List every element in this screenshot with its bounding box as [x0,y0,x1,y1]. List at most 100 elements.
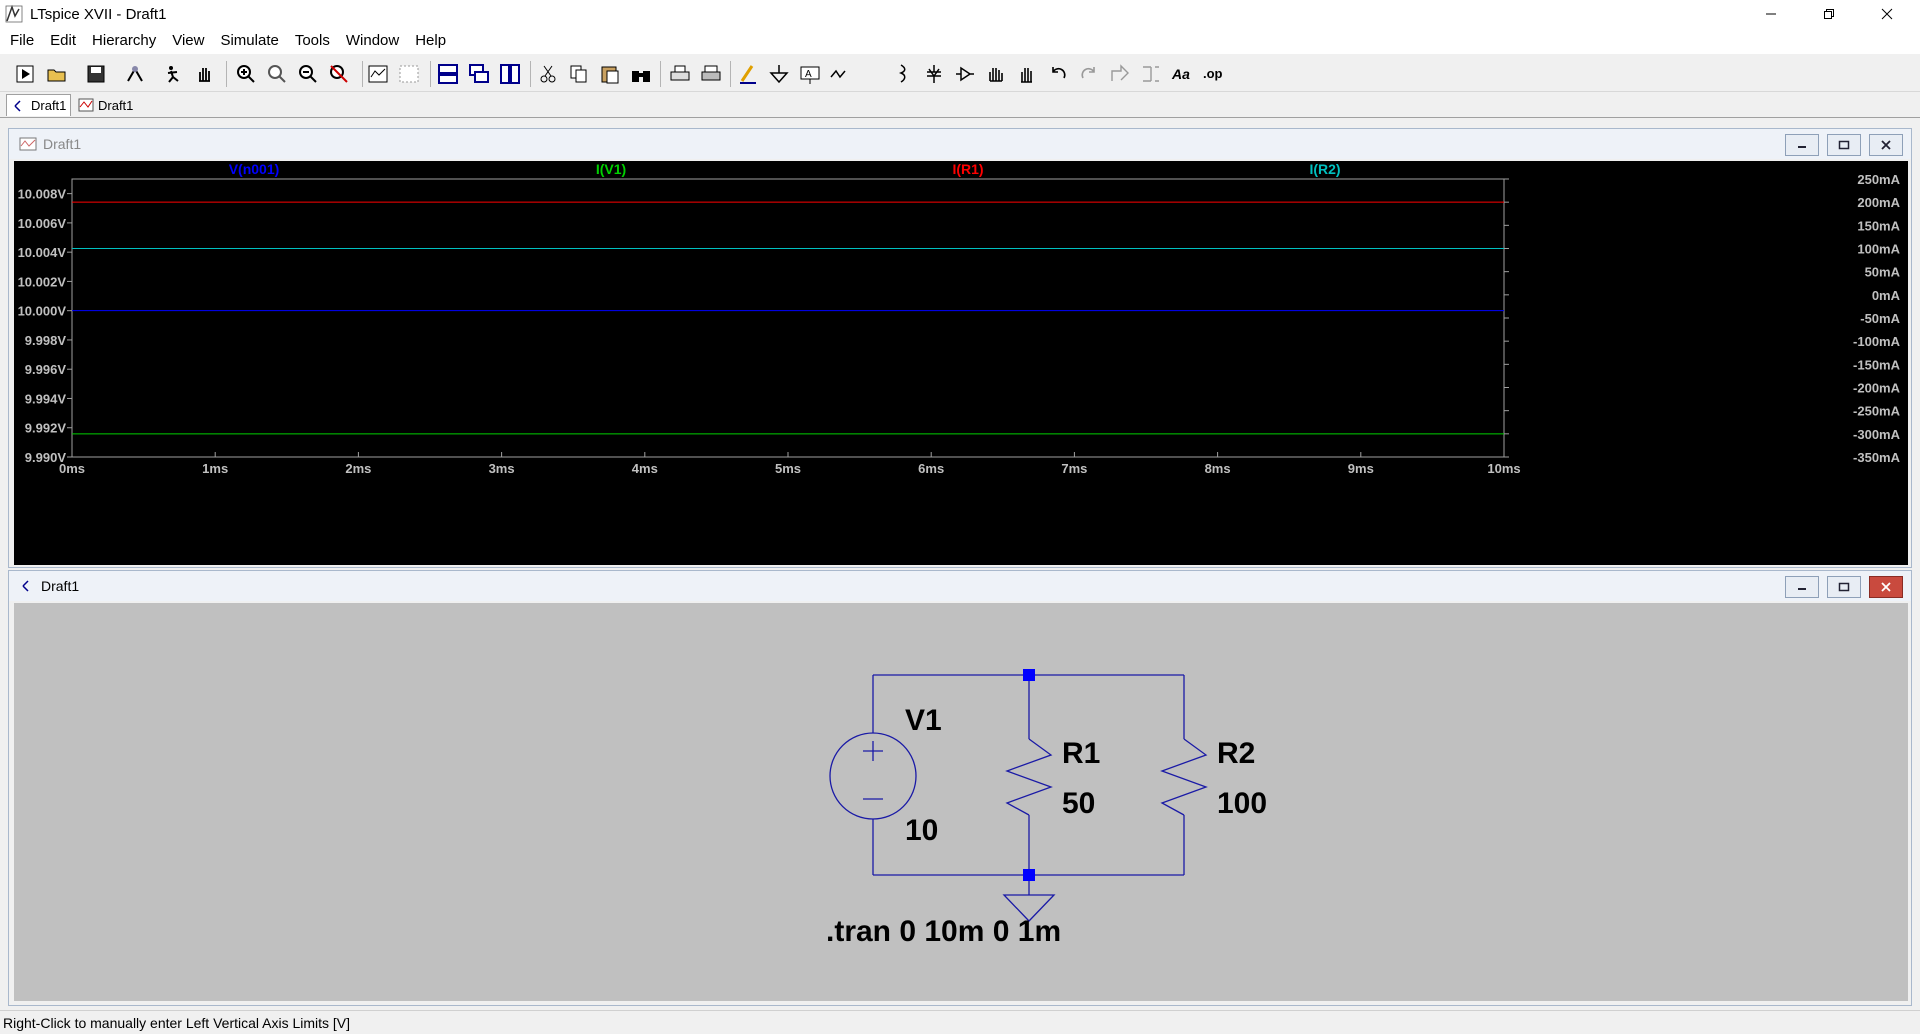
print-button[interactable] [667,61,693,87]
text-button[interactable]: Aa [1169,61,1195,87]
pan-button[interactable] [192,61,218,87]
v1-name-label[interactable]: V1 [905,704,942,737]
schematic-close-button[interactable] [1869,576,1903,598]
spice-directive-button[interactable]: .op [1200,61,1226,87]
tile-horizontal-icon [438,64,458,84]
control-panel-button[interactable] [122,61,148,87]
schematic-canvas[interactable]: V1 10 R1 50 R2 100 .tran 0 10m 0 1m [14,603,1908,1001]
menu-simulate[interactable]: Simulate [212,28,286,54]
copy-button[interactable] [566,61,592,87]
restore-icon [1824,9,1834,19]
rotate-button[interactable] [1107,61,1133,87]
open-icon [47,69,66,82]
left-y-tick-label: 9.996V [25,362,67,377]
capacitor-button[interactable] [921,61,947,87]
component-button[interactable] [826,61,852,87]
x-tick-label: 8ms [1205,461,1231,476]
left-y-tick-label: 9.990V [25,450,67,465]
schematic-window: Draft1 V1 10 R1 50 R2 100 .tran 0 10m 0 … [8,570,1912,1006]
left-y-tick-label: 10.002V [18,274,67,289]
menu-file[interactable]: File [2,28,42,54]
label-net-button[interactable]: A [797,61,823,87]
left-y-tick-label: 9.994V [25,391,67,406]
find-button[interactable] [628,61,654,87]
undo-button[interactable] [1045,61,1071,87]
draw-wire-button[interactable] [735,61,761,87]
left-y-tick-label: 10.006V [18,216,67,231]
copy-icon [570,65,587,83]
right-y-tick-label: 250mA [1857,172,1900,187]
menu-tools[interactable]: Tools [287,28,338,54]
r2-name-label[interactable]: R2 [1217,737,1255,770]
zoom-out-button[interactable] [295,61,321,87]
title-bar: LTspice XVII - Draft1 [0,0,1920,28]
schematic-svg[interactable]: V1 10 R1 50 R2 100 .tran 0 10m 0 1m [14,603,1908,1001]
rotate-icon [1111,64,1129,81]
right-y-tick-label: 200mA [1857,195,1900,210]
tab-waveform-draft1[interactable]: Draft1 [74,94,137,116]
cascade-button[interactable] [466,61,492,87]
resistor-button[interactable] [890,61,916,87]
zoom-fit-button[interactable] [326,61,352,87]
r1-name-label[interactable]: R1 [1062,737,1100,770]
restore-button[interactable] [1800,0,1858,28]
move-button[interactable] [1014,61,1040,87]
schematic-maximize-button[interactable] [1827,576,1861,598]
open-button[interactable] [44,61,70,87]
v1-value-label[interactable]: 10 [905,814,938,847]
right-y-tick-label: 100mA [1857,242,1900,257]
tile-horizontal-button[interactable] [435,61,461,87]
maximize-icon [1838,140,1850,150]
resistor-r1[interactable] [1005,738,1053,816]
paste-button[interactable] [597,61,623,87]
waveform-plot[interactable]: 0ms 1ms 2ms 3ms 4ms 5ms 6ms 7ms 8ms 9ms 10ms 10.008… [14,161,1908,565]
spice-directive-text[interactable]: .tran 0 10m 0 1m [826,915,1061,948]
diode-button[interactable] [983,61,1009,87]
waveform-maximize-button[interactable] [1827,134,1861,156]
minimize-icon [1798,146,1806,148]
left-y-tick-label: 9.998V [25,333,67,348]
left-y-tick-label: 10.000V [18,304,67,319]
mirror-icon [1143,66,1159,82]
menu-help[interactable]: Help [407,28,454,54]
menu-hierarchy[interactable]: Hierarchy [84,28,164,54]
schematic-minimize-button[interactable] [1785,576,1819,598]
r1-value-label[interactable]: 50 [1062,787,1095,820]
close-button[interactable] [1858,0,1916,28]
waveform-icon [78,98,94,112]
mirror-button[interactable] [1138,61,1164,87]
schematic-window-title: Draft1 [41,578,80,594]
waveform-window-caption[interactable]: Draft1 [9,129,1911,159]
autorange-button[interactable] [365,61,391,87]
right-y-tick-label: -350mA [1853,450,1901,465]
tile-vertical-button[interactable] [497,61,523,87]
resistor-r2[interactable] [1160,738,1208,816]
halt-button[interactable] [161,61,187,87]
schematic-window-caption[interactable]: Draft1 [9,571,1911,601]
ground-button[interactable] [766,61,792,87]
minimize-button[interactable] [1742,0,1800,28]
menu-edit[interactable]: Edit [42,28,84,54]
resistor-icon [898,64,906,83]
waveform-plot-svg[interactable]: 0ms 1ms 2ms 3ms 4ms 5ms 6ms 7ms 8ms 9ms 10ms10.008… [14,161,1908,565]
delete-trace-button[interactable] [396,61,422,87]
inductor-button[interactable] [952,61,978,87]
menu-view[interactable]: View [164,28,212,54]
menu-window[interactable]: Window [338,28,407,54]
waveform-minimize-button[interactable] [1785,134,1819,156]
zoom-rect-button[interactable] [264,61,290,87]
move-icon [1021,68,1032,83]
zoom-in-icon [237,65,255,83]
run-button[interactable] [13,61,39,87]
save-button[interactable] [83,61,109,87]
cut-button[interactable] [535,61,561,87]
mdi-workspace: Draft1 0ms 1ms 2ms 3ms 4ms 5ms 6ms 7ms 8ms 9ms 10m… [0,118,1920,1010]
print-setup-button[interactable] [698,61,724,87]
tile-vertical-icon [500,64,520,84]
tab-schematic-draft1[interactable]: Draft1 [6,94,72,116]
r2-value-label[interactable]: 100 [1217,787,1267,820]
zoom-in-button[interactable] [233,61,259,87]
junction-dot-top [1023,669,1035,681]
redo-button[interactable] [1076,61,1102,87]
waveform-close-button[interactable] [1869,134,1903,156]
